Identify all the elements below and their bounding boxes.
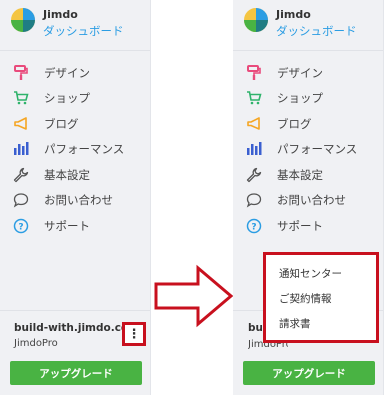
sidebar-item-contact[interactable]: お問い合わせ xyxy=(233,188,383,214)
brand-header[interactable]: Jimdo ダッシュボード xyxy=(10,7,150,43)
sidebar-item-design[interactable]: デザイン xyxy=(0,60,150,86)
help-circle-icon: ? xyxy=(12,217,30,235)
bar-chart-icon xyxy=(245,140,263,158)
sidebar-item-label: お問い合わせ xyxy=(277,193,346,208)
sidebar-item-label: 基本設定 xyxy=(277,167,323,182)
divider xyxy=(233,50,383,51)
wrench-icon xyxy=(12,166,30,184)
sidebar-item-support[interactable]: ? サポート xyxy=(0,213,150,239)
menu-item-contract-info[interactable]: ご契約情報 xyxy=(266,286,376,311)
sidebar-item-label: デザイン xyxy=(44,65,90,80)
megaphone-icon xyxy=(245,115,263,133)
sidebar-item-settings[interactable]: 基本設定 xyxy=(0,162,150,188)
chat-bubble-icon xyxy=(12,191,30,209)
paint-roller-icon xyxy=(12,64,30,82)
divider xyxy=(0,310,150,311)
sidebar-item-label: パフォーマンス xyxy=(277,142,358,157)
sidebar-item-performance[interactable]: パフォーマンス xyxy=(0,137,150,163)
jimdo-logo-icon xyxy=(11,8,35,32)
sidebar-item-label: ショップ xyxy=(277,91,323,106)
paint-roller-icon xyxy=(245,64,263,82)
sidebar-item-performance[interactable]: パフォーマンス xyxy=(233,137,383,163)
more-options-button[interactable]: ⋮ xyxy=(122,322,146,346)
account-dropdown-menu: 通知センター ご契約情報 請求書 xyxy=(263,252,379,343)
kebab-menu-icon: ⋮ xyxy=(127,326,141,342)
sidebar-item-contact[interactable]: お問い合わせ xyxy=(0,188,150,214)
sidebar-item-shop[interactable]: ショップ xyxy=(233,86,383,112)
sidebar-item-shop[interactable]: ショップ xyxy=(0,86,150,112)
brand-header[interactable]: Jimdo ダッシュボード xyxy=(243,7,383,43)
upgrade-button[interactable]: アップグレード xyxy=(10,361,142,385)
sidebar-menu: デザイン ショップ ブログ パフォーマンス 基本設定 お問い合わせ ? サポート xyxy=(0,60,150,239)
dashboard-link[interactable]: ダッシュボード xyxy=(43,23,124,39)
menu-item-notification-center[interactable]: 通知センター xyxy=(266,261,376,286)
shopping-cart-icon xyxy=(12,89,30,107)
help-circle-icon: ? xyxy=(245,217,263,235)
site-domain: build-with.jimdo.com xyxy=(248,322,262,334)
sidebar-item-support[interactable]: ? サポート xyxy=(233,213,383,239)
svg-text:?: ? xyxy=(251,222,256,232)
sidebar-item-label: ブログ xyxy=(44,116,79,131)
upgrade-button[interactable]: アップグレード xyxy=(243,361,375,385)
menu-item-invoices[interactable]: 請求書 xyxy=(266,311,376,336)
sidebar-item-label: ブログ xyxy=(277,116,312,131)
sidebar-item-settings[interactable]: 基本設定 xyxy=(233,162,383,188)
sidebar-item-label: お問い合わせ xyxy=(44,193,113,208)
bar-chart-icon xyxy=(12,140,30,158)
right-arrow-icon xyxy=(154,264,234,328)
shopping-cart-icon xyxy=(245,89,263,107)
sidebar-item-label: パフォーマンス xyxy=(44,142,125,157)
divider xyxy=(0,50,150,51)
wrench-icon xyxy=(245,166,263,184)
sidebar-item-label: サポート xyxy=(44,218,90,233)
sidebar-item-design[interactable]: デザイン xyxy=(233,60,383,86)
sidebar-before: Jimdo ダッシュボード デザイン ショップ ブログ パフォーマンス 基本設定… xyxy=(0,0,151,395)
sidebar-item-label: サポート xyxy=(277,218,323,233)
sidebar-menu: デザイン ショップ ブログ パフォーマンス 基本設定 お問い合わせ ? サポート xyxy=(233,60,383,239)
megaphone-icon xyxy=(12,115,30,133)
sidebar-item-label: 基本設定 xyxy=(44,167,90,182)
dashboard-link[interactable]: ダッシュボード xyxy=(276,23,357,39)
jimdo-logo-icon xyxy=(244,8,268,32)
brand-name: Jimdo xyxy=(276,8,311,21)
sidebar-item-label: ショップ xyxy=(44,91,90,106)
svg-text:?: ? xyxy=(18,222,23,232)
brand-name: Jimdo xyxy=(43,8,78,21)
chat-bubble-icon xyxy=(245,191,263,209)
sidebar-item-blog[interactable]: ブログ xyxy=(233,111,383,137)
sidebar-item-blog[interactable]: ブログ xyxy=(0,111,150,137)
sidebar-item-label: デザイン xyxy=(277,65,323,80)
